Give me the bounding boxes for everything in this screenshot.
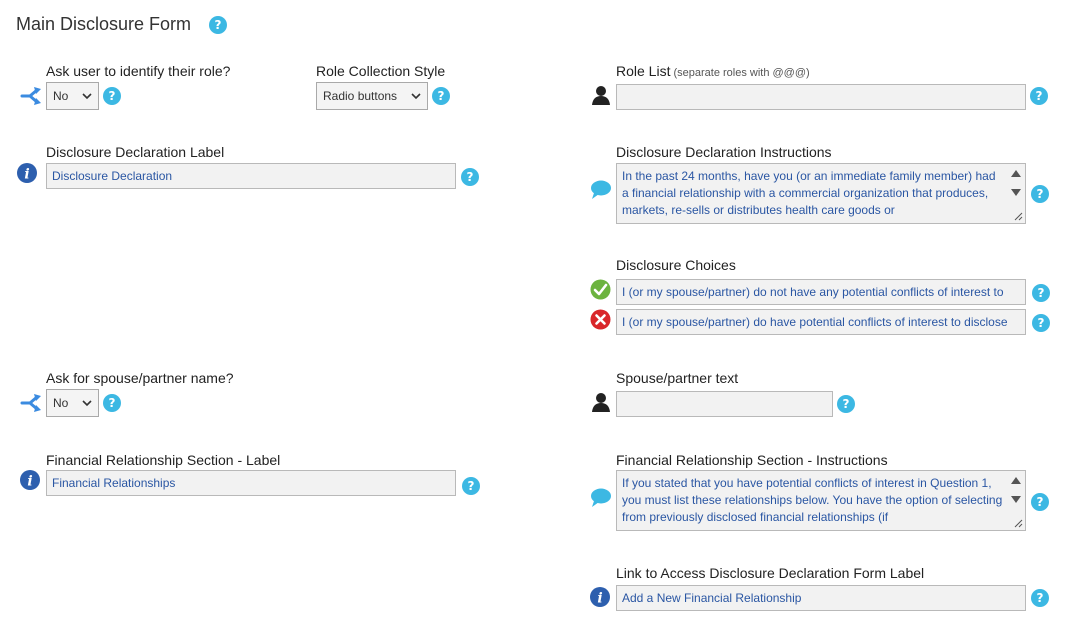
svg-text:i: i [24,167,29,183]
chevron-down-icon [411,93,421,100]
help-icon[interactable]: ? [1032,284,1050,302]
declaration-instructions-text: In the past 24 months, have you (or an i… [622,169,996,217]
info-icon: i [20,470,40,490]
help-icon[interactable]: ? [837,395,855,413]
help-icon[interactable]: ? [1031,589,1049,607]
declaration-instructions-textarea[interactable]: In the past 24 months, have you (or an i… [616,163,1026,224]
speech-bubble-icon [590,180,612,200]
help-icon[interactable]: ? [1031,493,1049,511]
financial-instructions-label: Financial Relationship Section - Instruc… [616,452,888,468]
spouse-name-label: Ask for spouse/partner name? [46,370,234,386]
cross-icon [590,309,611,330]
info-icon: i [17,163,37,183]
spouse-text-input[interactable] [616,391,833,417]
role-collection-select[interactable]: Radio buttons [316,82,428,110]
role-collection-value: Radio buttons [323,89,398,103]
role-list-label-text: Role List [616,63,671,79]
declaration-instructions-label: Disclosure Declaration Instructions [616,144,832,160]
choice-has-conflict-input[interactable]: I (or my spouse/partner) do have potenti… [616,309,1026,335]
identify-role-select[interactable]: No [46,82,99,110]
user-icon [591,85,611,105]
speech-bubble-icon [590,488,612,508]
scroll-down-icon[interactable] [1010,495,1022,505]
identify-role-label: Ask user to identify their role? [46,63,231,79]
disclosure-choices-label: Disclosure Choices [616,257,736,273]
spouse-name-select[interactable]: No [46,389,99,417]
declaration-label-input[interactable]: Disclosure Declaration [46,163,456,189]
link-label-label: Link to Access Disclosure Declaration Fo… [616,565,925,581]
spouse-text-label: Spouse/partner text [616,370,739,386]
financial-label-label: Financial Relationship Section - Label [46,452,281,468]
scroll-down-icon[interactable] [1010,188,1022,198]
financial-label-input[interactable]: Financial Relationships [46,470,456,496]
financial-instructions-text: If you stated that you have potential co… [622,476,1003,524]
user-icon [591,392,611,412]
resize-handle-icon[interactable] [1014,212,1023,221]
resize-handle-icon[interactable] [1014,519,1023,528]
role-collection-label: Role Collection Style [316,63,446,79]
help-icon[interactable]: ? [1031,185,1049,203]
choice-no-conflict-input[interactable]: I (or my spouse/partner) do not have any… [616,279,1026,305]
role-list-note: (separate roles with @@@) [673,67,810,79]
role-list-label: Role List (separate roles with @@@) [616,63,810,79]
help-icon[interactable]: ? [461,168,479,186]
declaration-label-label: Disclosure Declaration Label [46,144,225,160]
help-icon[interactable]: ? [1030,87,1048,105]
help-icon[interactable]: ? [103,394,121,412]
link-label-input[interactable]: Add a New Financial Relationship [616,585,1026,611]
scroll-up-icon[interactable] [1010,475,1022,485]
page-title: Main Disclosure Form [16,14,192,34]
info-icon: i [590,587,610,607]
branch-icon [20,86,42,106]
help-icon[interactable]: ? [432,87,450,105]
identify-role-value: No [53,89,69,103]
help-icon[interactable]: ? [1032,314,1050,332]
financial-instructions-textarea[interactable]: If you stated that you have potential co… [616,470,1026,531]
branch-icon [20,393,42,413]
check-icon [590,279,611,300]
chevron-down-icon [82,400,92,407]
help-icon[interactable]: ? [209,16,227,34]
chevron-down-icon [82,93,92,100]
help-icon[interactable]: ? [103,87,121,105]
svg-text:i: i [27,474,32,490]
help-icon[interactable]: ? [462,477,480,495]
svg-text:i: i [597,591,602,607]
spouse-name-value: No [53,396,69,410]
role-list-input[interactable] [616,84,1026,110]
scroll-up-icon[interactable] [1010,168,1022,178]
